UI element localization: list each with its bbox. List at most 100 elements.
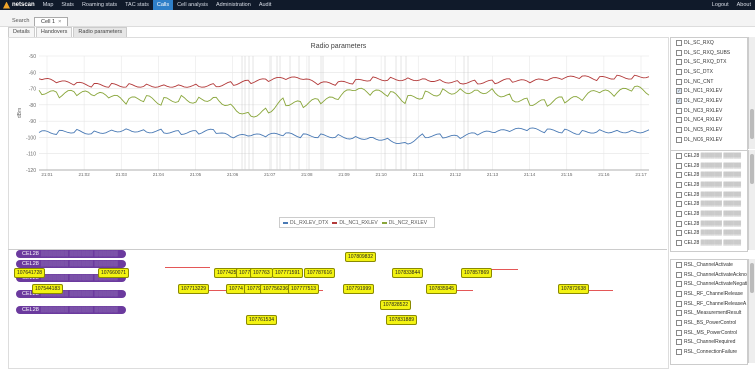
- timeline-event[interactable]: 107831889: [386, 315, 418, 325]
- checkbox-icon[interactable]: [676, 271, 682, 278]
- checkbox-row[interactable]: CEL28 ▒▒▒▒▒▒ ▒▒▒▒▒: [671, 190, 747, 200]
- timeline-event[interactable]: 107756236: [260, 284, 292, 294]
- checkbox-row[interactable]: RSL_RF_ChannelRelease: [671, 289, 747, 299]
- checkbox-row[interactable]: DL_NC3_RXLEV: [671, 106, 747, 116]
- checkbox-icon[interactable]: [676, 201, 682, 208]
- nav-cell-analysis[interactable]: Cell analysis: [173, 0, 212, 10]
- checkbox-icon[interactable]: ✓: [676, 88, 682, 95]
- nav-about[interactable]: About: [733, 0, 755, 10]
- nav-audit[interactable]: Audit: [255, 0, 276, 10]
- close-icon[interactable]: ×: [58, 19, 61, 25]
- checkbox-row[interactable]: CEL28 ▒▒▒▒▒▒ ▒▒▒▒▒: [671, 219, 747, 229]
- checkbox-icon[interactable]: [676, 49, 682, 56]
- checkbox-icon[interactable]: [676, 181, 682, 188]
- checkbox-row[interactable]: DL_SC_DTX: [671, 67, 747, 77]
- nav-calls[interactable]: Calls: [152, 0, 174, 10]
- checkbox-icon[interactable]: [676, 300, 682, 307]
- checkbox-icon[interactable]: [676, 319, 682, 326]
- checkbox-row[interactable]: CEL28 ▒▒▒▒▒▒ ▒▒▒▒▒: [671, 238, 747, 248]
- nav-tac-stats[interactable]: TAC stats: [121, 0, 153, 10]
- checkbox-icon[interactable]: [676, 349, 682, 356]
- timeline-event[interactable]: 107763: [250, 268, 273, 278]
- checkbox-row[interactable]: RSL_RF_ChannelReleaseA: [671, 299, 747, 309]
- checkbox-icon[interactable]: [676, 281, 682, 288]
- search-tab[interactable]: Search: [12, 18, 29, 24]
- checkbox-row[interactable]: DL_NC4_RXLEV: [671, 116, 747, 126]
- timeline-event[interactable]: 107833844: [392, 268, 424, 278]
- cell-list-scrollbar[interactable]: [748, 150, 755, 250]
- checkbox-icon[interactable]: [676, 230, 682, 237]
- checkbox-row[interactable]: ✓ DL_NC1_RXLEV: [671, 86, 747, 96]
- checkbox-icon[interactable]: [676, 220, 682, 227]
- timeline-event[interactable]: 107828522: [380, 300, 412, 310]
- timeline-event[interactable]: 107641728: [14, 268, 46, 278]
- timeline-cell-label[interactable]: CEL28 ▒▒▒▒▒▒▒ ▒▒▒▒▒▒ ▒▒▒▒▒▒: [16, 306, 126, 314]
- nav-roaming-stats[interactable]: Roaming stats: [78, 0, 121, 10]
- checkbox-icon[interactable]: [676, 39, 682, 46]
- checkbox-icon[interactable]: [676, 162, 682, 169]
- timeline-event[interactable]: 107544183: [32, 284, 64, 294]
- checkbox-icon[interactable]: [676, 210, 682, 217]
- checkbox-row[interactable]: DL_NC6_RXLEV: [671, 135, 747, 145]
- parameter-list-scrollbar[interactable]: [748, 37, 755, 149]
- checkbox-icon[interactable]: [676, 240, 682, 247]
- timeline-event[interactable]: 107771591: [272, 268, 304, 278]
- checkbox-row[interactable]: DL_NC_CNT: [671, 77, 747, 87]
- message-list-scrollbar[interactable]: [748, 259, 755, 363]
- checkbox-icon[interactable]: [676, 172, 682, 179]
- checkbox-row[interactable]: CEL28 ▒▒▒▒▒▒ ▒▒▒▒▒: [671, 161, 747, 171]
- timeline-event[interactable]: 107791999: [343, 284, 375, 294]
- nav-map[interactable]: Map: [39, 0, 58, 10]
- checkbox-icon[interactable]: [676, 127, 682, 134]
- checkbox-row[interactable]: DL_SC_RXQ_SUBS: [671, 48, 747, 58]
- nav-stats[interactable]: Stats: [57, 0, 78, 10]
- timeline-event[interactable]: 107872638: [558, 284, 590, 294]
- timeline-event[interactable]: 107809832: [345, 252, 377, 262]
- checkbox-icon[interactable]: [676, 261, 682, 268]
- checkbox-icon[interactable]: [676, 136, 682, 143]
- timeline-event[interactable]: 10774: [226, 284, 246, 294]
- nav-administration[interactable]: Administration: [212, 0, 255, 10]
- checkbox-icon[interactable]: [676, 290, 682, 297]
- timeline-event[interactable]: 107777513: [288, 284, 320, 294]
- checkbox-row[interactable]: RSL_BS_PowerControl: [671, 318, 747, 328]
- timeline-event[interactable]: 107835945: [426, 284, 458, 294]
- checkbox-icon[interactable]: [676, 310, 682, 317]
- checkbox-row[interactable]: DL_NC5_RXLEV: [671, 125, 747, 135]
- timeline-event[interactable]: 107660071: [98, 268, 130, 278]
- checkbox-row[interactable]: RSL_ChannelActivateNegati: [671, 279, 747, 289]
- checkbox-icon[interactable]: [676, 152, 682, 159]
- cell-tab[interactable]: Cell 1 ×: [34, 17, 69, 26]
- checkbox-icon[interactable]: ✓: [676, 97, 682, 104]
- checkbox-icon[interactable]: [676, 339, 682, 346]
- checkbox-icon[interactable]: [676, 107, 682, 114]
- checkbox-row[interactable]: DL_SC_RXQ_DTX: [671, 57, 747, 67]
- checkbox-icon[interactable]: [676, 59, 682, 66]
- checkbox-row[interactable]: CEL28 ▒▒▒▒▒▒ ▒▒▒▒▒: [671, 180, 747, 190]
- timeline-event[interactable]: 107713229: [178, 284, 210, 294]
- checkbox-row[interactable]: RSL_ConnectionFailure: [671, 347, 747, 357]
- checkbox-row[interactable]: RSL_ChannelActivateAckno: [671, 270, 747, 280]
- checkbox-row[interactable]: CEL28 ▒▒▒▒▒▒ ▒▒▒▒▒: [671, 151, 747, 161]
- nav-logout[interactable]: Logout: [708, 0, 733, 10]
- checkbox-row[interactable]: RSL_MS_PowerControl: [671, 328, 747, 338]
- checkbox-icon[interactable]: [676, 329, 682, 336]
- timeline-event[interactable]: 107787616: [304, 268, 336, 278]
- checkbox-icon[interactable]: [676, 117, 682, 124]
- checkbox-row[interactable]: RSL_ChannelRequired: [671, 338, 747, 348]
- timeline-event[interactable]: 107857869: [461, 268, 493, 278]
- checkbox-icon[interactable]: [676, 68, 682, 75]
- app-logo[interactable]: netscan: [0, 0, 39, 10]
- checkbox-row[interactable]: CEL28 ▒▒▒▒▒▒ ▒▒▒▒▒: [671, 209, 747, 219]
- checkbox-row[interactable]: ✓ DL_NC2_RXLEV: [671, 96, 747, 106]
- checkbox-row[interactable]: RSL_MeasurementResult: [671, 308, 747, 318]
- timeline-cell-label[interactable]: CEL28 ▒▒▒▒▒▒▒ ▒▒▒▒▒▒ ▒▒▒▒▒▒: [16, 260, 126, 268]
- checkbox-row[interactable]: DL_SC_RXQ: [671, 38, 747, 48]
- timeline-cell-label[interactable]: CEL28 ▒▒▒▒▒▒▒ ▒▒▒▒▒▒ ▒▒▒▒▒▒: [16, 250, 126, 258]
- checkbox-row[interactable]: CEL28 ▒▒▒▒▒▒ ▒▒▒▒▒: [671, 229, 747, 239]
- checkbox-row[interactable]: CEL28 ▒▒▒▒▒▒ ▒▒▒▒▒: [671, 170, 747, 180]
- checkbox-icon[interactable]: [676, 191, 682, 198]
- checkbox-row[interactable]: RSL_ChannelActivate: [671, 260, 747, 270]
- checkbox-row[interactable]: CEL28 ▒▒▒▒▒▒ ▒▒▒▒▒: [671, 199, 747, 209]
- timeline-event[interactable]: 107761534: [246, 315, 278, 325]
